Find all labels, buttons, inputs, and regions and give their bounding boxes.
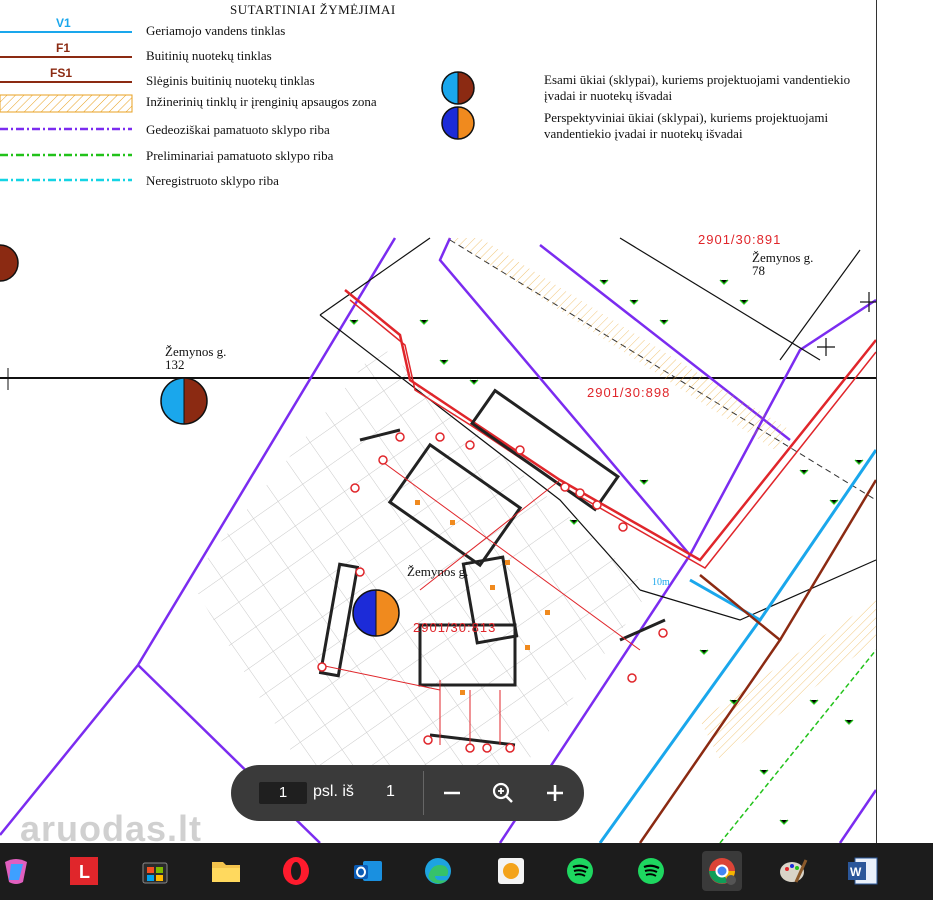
svg-text:W: W [850,865,862,879]
legend-item-unregistered-boundary: Neregistruoto sklypo riba [0,170,440,192]
edge-icon[interactable] [420,853,456,889]
svg-text:L: L [79,862,90,882]
parcel-number: 2901/30:898 [587,385,671,400]
legend-label: Geriamojo vandens tinklas [146,23,286,38]
legend-label: Slėginis buitinių nuotekų tinklas [146,73,315,88]
legend-existing-text: Esami ūkiai (sklypai), kuriems projektuo… [544,72,851,103]
legend-item-protection-zone: Inžinerinių tinklų ir įrenginių apsaugos… [0,91,440,113]
zoom-in-button[interactable] [539,777,571,809]
lexicon-icon[interactable]: L [66,853,102,889]
legend-title: SUTARTINIAI ŽYMĖJIMAI [230,2,396,17]
legend-label: Inžinerinių tinklų ir įrenginių apsaugos… [146,94,377,109]
legend-prospective-text: Perspektyviniai ūkiai (sklypai), kuriems… [544,110,829,141]
minus-icon [444,791,460,795]
legend-code: V1 [56,16,71,30]
legend-item-preliminary-boundary: Preliminariai pamatuoto sklypo riba [0,145,440,167]
parcel-number: 2901/30:891 [698,232,782,247]
paint-icon[interactable] [493,853,529,889]
pdf-page: SUTARTINIAI ŽYMĖJIMAI V1 Geriamojo vande… [0,0,880,843]
legend-item-sewer: F1 Buitinių nuotekų tinklas [0,41,440,67]
opera-icon[interactable] [278,853,314,889]
plus-icon [547,785,563,801]
legend-item-pressure-sewer: FS1 Slėginis buitinių nuotekų tinklas [0,66,440,92]
divider [423,771,424,815]
page-of-label: psl. iš [313,783,354,800]
prospective-farm-symbol [441,106,475,140]
magnifier-icon [492,782,513,803]
outlook-icon[interactable] [350,853,386,889]
spotify-icon[interactable] [633,853,669,889]
fit-page-button[interactable] [487,777,519,809]
existing-farm-symbol-132 [160,377,208,425]
word-icon[interactable]: W [845,853,881,889]
legend-item-geodetic-boundary: Gedeoziškai pamatuoto sklypo riba [0,119,440,141]
chrome-icon[interactable] [702,851,742,891]
parcel-number: 2901/30:813 [413,620,497,635]
spotify-icon[interactable] [562,853,598,889]
taskbar: L W [0,843,933,900]
legend-label: Neregistruoto sklypo riba [146,173,279,188]
street-label: Žemynos g. [407,564,469,579]
legend-label: Buitinių nuotekų tinklas [146,48,272,63]
pipe-length: 10m [652,577,670,588]
store-icon[interactable] [137,853,173,889]
copilot-icon[interactable] [0,853,34,889]
page-total: 1 [386,783,395,800]
existing-farm-symbol-edge [0,244,19,282]
legend-label: Gedeoziškai pamatuoto sklypo riba [146,122,330,137]
file-explorer-icon[interactable] [208,853,244,889]
palette-icon[interactable] [775,853,811,889]
pdf-zoom-toolbar: 1 psl. iš 1 [231,765,584,821]
page-margin [876,0,933,843]
legend-code: F1 [56,41,71,55]
legend-label: Preliminariai pamatuoto sklypo riba [146,148,334,163]
legend-code: FS1 [50,66,73,80]
existing-farm-symbol [441,71,475,105]
house-number: 132 [165,357,185,372]
legend-item-water: V1 Geriamojo vandens tinklas [0,16,440,42]
page-number-input[interactable]: 1 [259,782,307,804]
prospective-farm-symbol-center [352,589,400,637]
zoom-out-button[interactable] [436,777,468,809]
house-number: 78 [752,263,765,278]
